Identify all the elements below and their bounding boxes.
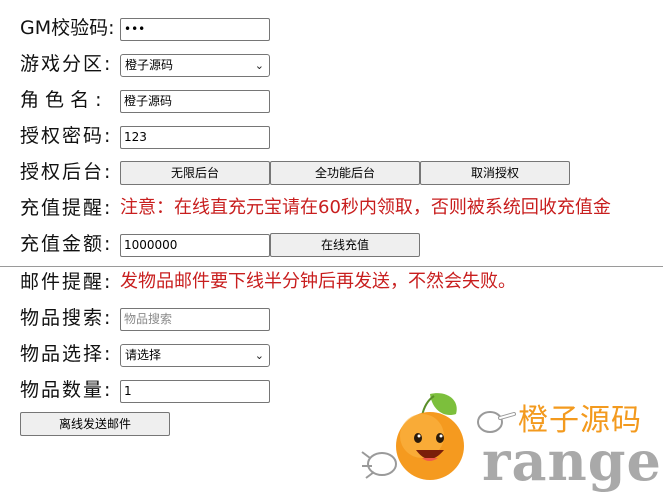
item-search-label: 物品搜索: xyxy=(20,307,113,329)
auth-backend-label: 授权后台: xyxy=(20,161,113,183)
item-select-value: 请选择 xyxy=(125,348,162,362)
full-backend-button[interactable]: 全功能后台 xyxy=(270,161,420,185)
mail-notice-text: 发物品邮件要下线半分钟后再发送，不然会失败。 xyxy=(120,271,516,292)
send-offline-mail-button[interactable]: 离线发送邮件 xyxy=(20,412,170,436)
recharge-amount-input[interactable]: 1000000 xyxy=(120,234,270,257)
role-name-label: 角 色 名 : xyxy=(20,89,102,111)
chevron-down-icon: ⌄ xyxy=(254,349,264,362)
server-select-value: 橙子源码 xyxy=(125,58,174,72)
item-search-input[interactable]: 物品搜索 xyxy=(120,308,270,331)
unlimited-backend-button[interactable]: 无限后台 xyxy=(120,161,270,185)
item-quantity-label: 物品数量: xyxy=(20,379,113,401)
auth-password-label: 授权密码: xyxy=(20,125,113,147)
cancel-auth-button[interactable]: 取消授权 xyxy=(420,161,570,185)
server-select[interactable]: 橙子源码 ⌄ xyxy=(120,54,270,77)
recharge-amount-label: 充值金额: xyxy=(20,233,113,255)
server-label: 游戏分区: xyxy=(20,53,113,75)
item-select[interactable]: 请选择 ⌄ xyxy=(120,344,270,367)
recharge-notice-label: 充值提醒: xyxy=(20,197,113,219)
role-name-input[interactable]: 橙子源码 xyxy=(120,90,270,113)
chevron-down-icon: ⌄ xyxy=(254,59,264,72)
watermark-en-text: range xyxy=(482,429,662,493)
mail-notice-label: 邮件提醒: xyxy=(20,271,113,293)
auth-password-input[interactable]: 123 xyxy=(120,126,270,149)
gm-code-input[interactable]: ••• xyxy=(120,18,270,41)
section-divider xyxy=(0,266,663,267)
online-recharge-button[interactable]: 在线充值 xyxy=(270,233,420,257)
item-select-label: 物品选择: xyxy=(20,343,113,365)
item-quantity-input[interactable]: 1 xyxy=(120,380,270,403)
recharge-notice-text: 注意：在线直充元宝请在60秒内领取，否则被系统回收充值金 xyxy=(120,197,611,218)
gm-code-label: GM校验码: xyxy=(20,17,115,39)
